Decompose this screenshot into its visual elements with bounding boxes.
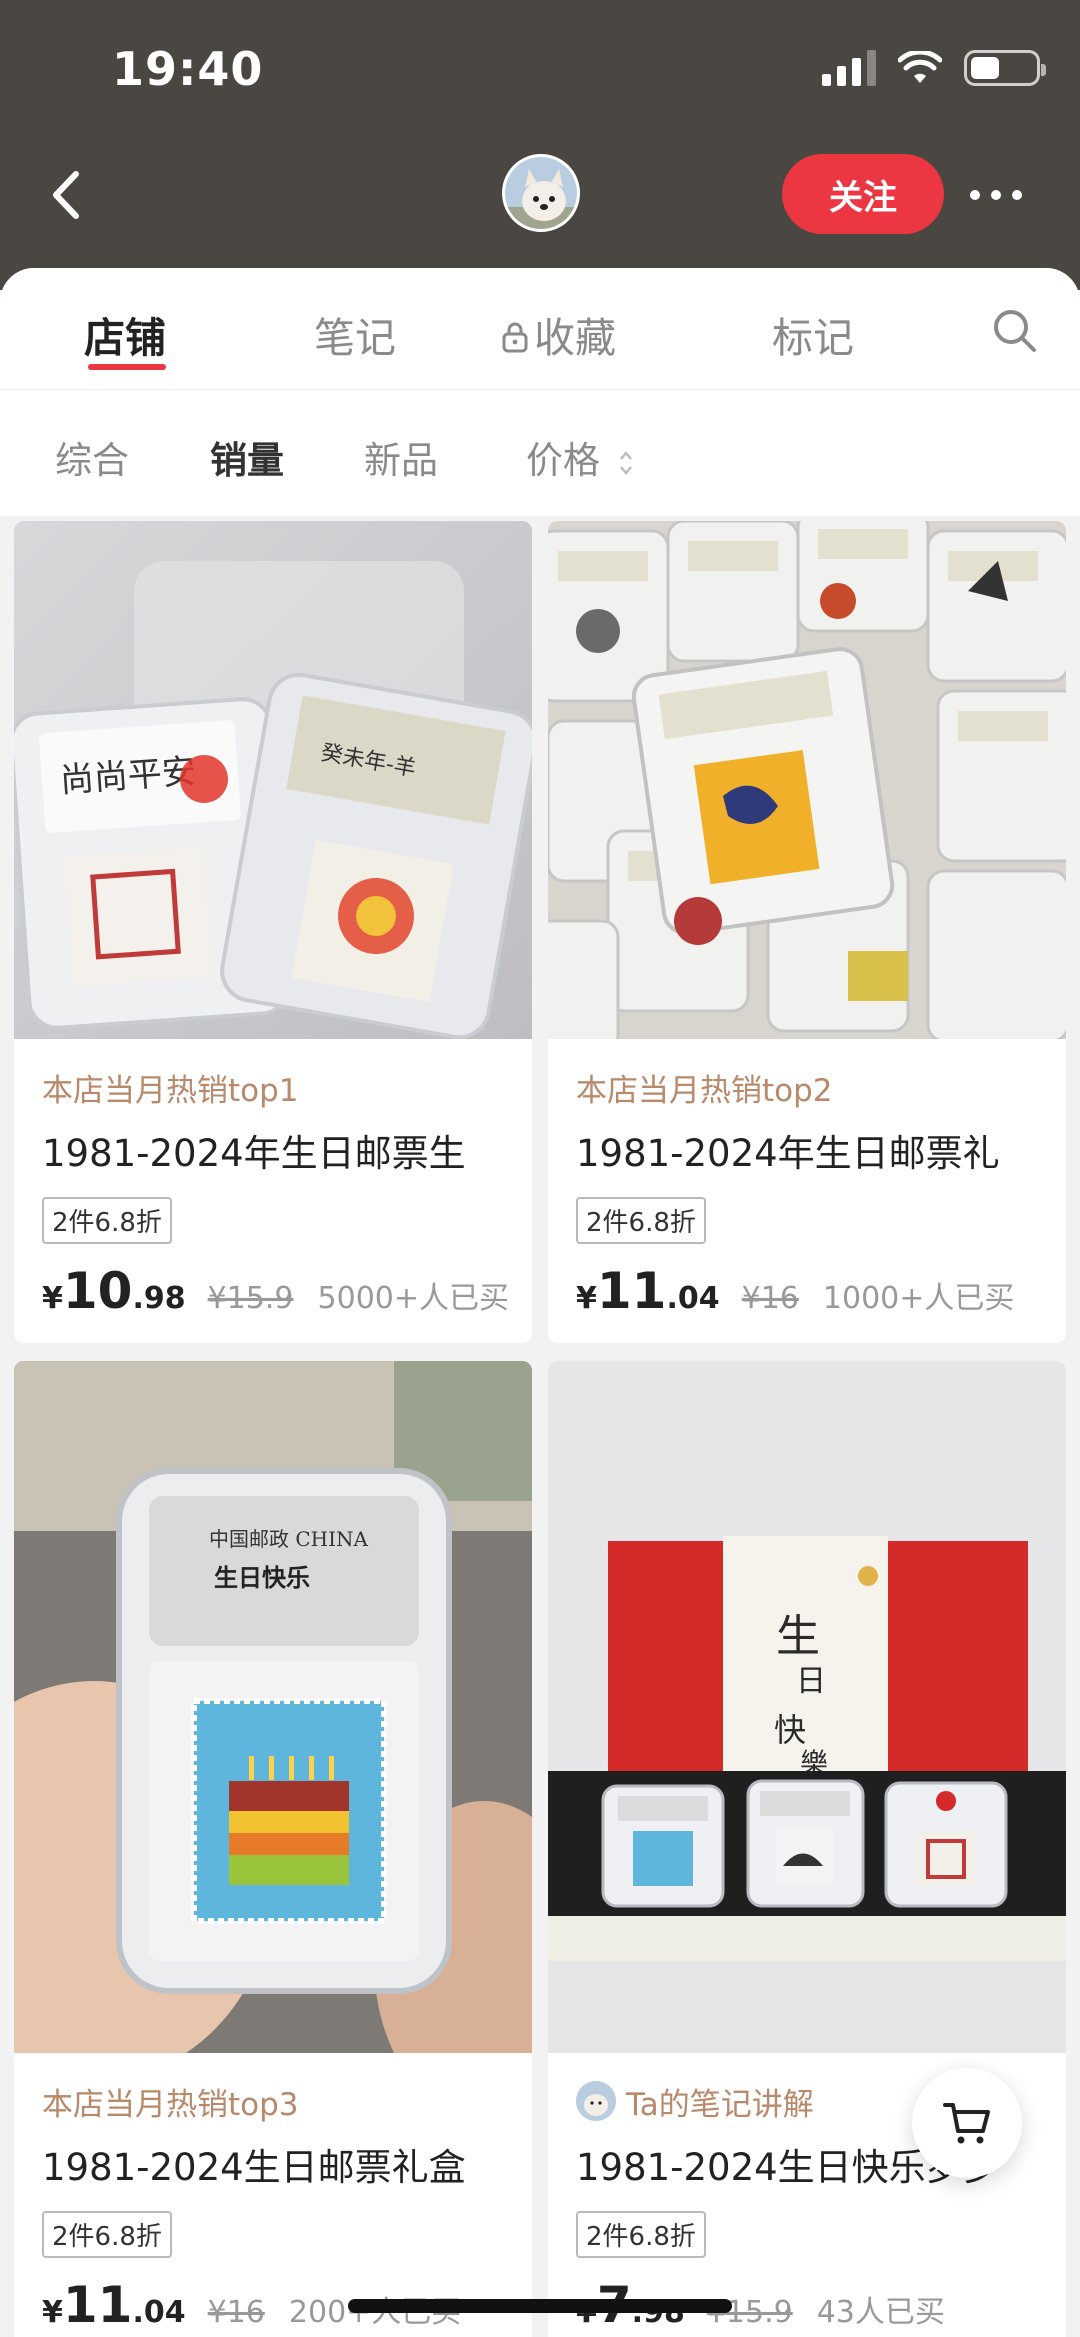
svg-text:生: 生 [776, 1611, 820, 1662]
product-tagline: 本店当月热销top2 [576, 1072, 833, 1109]
shop-content: 店铺 笔记 收藏 标记 综合 销量 新品 价格 尚尚平安 癸未年-羊 本店当月热… [0, 268, 1080, 2337]
product-card[interactable]: 中国邮政 CHINA 生日快乐 本店当月热销top3 1981-2024生日邮票… [14, 1361, 532, 2337]
cart-icon [943, 2103, 990, 2144]
product-image: 尚尚平安 癸未年-羊 [14, 521, 532, 1039]
discount-badge: 2件6.8折 [42, 2211, 172, 2258]
product-image: 生 日 快 樂 [548, 1361, 1066, 2053]
sort-arrows-icon [619, 450, 632, 475]
product-tagline: 本店当月热销top1 [42, 1072, 299, 1109]
cellular-signal-icon [822, 50, 876, 86]
product-title: 1981-2024年生日邮票礼 [576, 1132, 1000, 1175]
status-icons [822, 50, 1046, 86]
sort-sales[interactable]: 销量 [210, 430, 284, 484]
active-tab-indicator [88, 364, 166, 370]
svg-text:快: 快 [774, 1711, 806, 1749]
product-image [548, 521, 1066, 1039]
battery-icon [964, 50, 1046, 86]
discount-badge: 2件6.8折 [42, 1197, 172, 1244]
lock-icon [502, 322, 528, 353]
tab-notes[interactable]: 笔记 [314, 304, 396, 364]
product-image: 中国邮政 CHINA 生日快乐 [14, 1361, 532, 2053]
product-tagline: 本店当月热销top3 [42, 2086, 299, 2123]
follow-button[interactable]: 关注 [782, 154, 944, 234]
original-price: ¥16 [207, 2295, 265, 2330]
shop-header: 19:40 关注 [0, 0, 1080, 290]
product-card[interactable]: 本店当月热销top2 1981-2024年生日邮票礼 2件6.8折 ¥11.04… [548, 521, 1066, 1343]
tab-favorites[interactable]: 收藏 [500, 304, 616, 364]
discount-badge: 2件6.8折 [576, 2211, 706, 2258]
dot [1012, 190, 1022, 200]
price: ¥10.98 [42, 1262, 186, 1320]
back-button[interactable] [40, 160, 100, 230]
author-avatar [576, 2081, 616, 2121]
status-time: 19:40 [112, 42, 264, 96]
sort-price[interactable]: 价格 [526, 430, 634, 484]
tab-shop[interactable]: 店铺 [84, 304, 166, 364]
sort-price-label: 价格 [526, 439, 600, 482]
search-icon[interactable] [990, 306, 1040, 356]
tab-bar: 店铺 笔记 收藏 标记 [0, 268, 1080, 390]
price-row: ¥10.98 ¥15.9 5000+人已买 [42, 1262, 509, 1320]
dot [991, 190, 1001, 200]
sort-bar: 综合 销量 新品 价格 [0, 390, 1080, 516]
discount-badge: 2件6.8折 [576, 1197, 706, 1244]
price-row: ¥11.04 ¥16 1000+人已买 [576, 1262, 1038, 1320]
svg-text:日: 日 [796, 1664, 826, 1699]
sold-count: 5000+人已买 [317, 1281, 509, 1316]
cart-button[interactable] [912, 2068, 1022, 2178]
sort-new[interactable]: 新品 [364, 430, 438, 484]
product-title: 1981-2024生日邮票礼盒 [42, 2146, 466, 2189]
sort-comprehensive[interactable]: 综合 [55, 430, 129, 484]
sold-count: 1000+人已买 [822, 1281, 1015, 1316]
more-options-button[interactable] [970, 175, 1022, 215]
svg-text:生日快乐: 生日快乐 [214, 1564, 310, 1592]
tagline-text: Ta的笔记讲解 [626, 2086, 814, 2123]
product-card[interactable]: 生 日 快 樂 Ta的笔记讲解 1981-2024生日快乐罗罗 2件6.8折 ¥… [548, 1361, 1066, 2337]
tab-marks[interactable]: 标记 [772, 304, 854, 364]
original-price: ¥16 [741, 1281, 799, 1316]
svg-text:中国邮政 CHINA: 中国邮政 CHINA [209, 1527, 369, 1551]
product-title: 1981-2024年生日邮票生 [42, 1132, 466, 1175]
price: ¥11.04 [576, 1262, 720, 1320]
sold-count: 43人已买 [816, 2295, 945, 2330]
price: ¥11.04 [42, 2276, 186, 2334]
tab-favorites-label: 收藏 [534, 314, 616, 362]
home-indicator[interactable] [348, 2299, 732, 2313]
wifi-icon [898, 51, 942, 83]
dot [970, 190, 980, 200]
shop-avatar[interactable] [502, 154, 580, 232]
product-card[interactable]: 尚尚平安 癸未年-羊 本店当月热销top1 1981-2024年生日邮票生 2件… [14, 521, 532, 1343]
original-price: ¥15.9 [207, 1281, 294, 1316]
